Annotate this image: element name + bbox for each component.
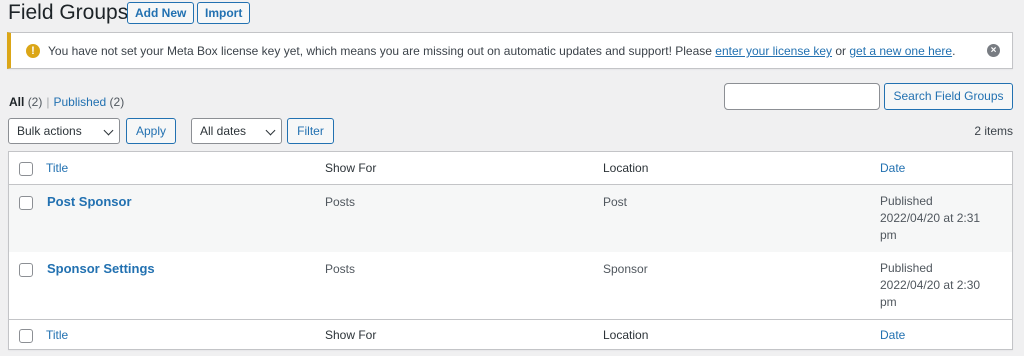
table-footer: Title Show For Location Date [9,319,1012,350]
search-input[interactable] [724,83,880,110]
add-new-button[interactable]: Add New [127,2,195,24]
license-notice: ! You have not set your Meta Box license… [7,32,1013,69]
row-checkbox[interactable] [19,263,33,277]
page-title: Field Groups [8,1,129,24]
column-location-footer: Location [603,328,649,342]
row-location: Post [603,195,628,209]
row-title-link[interactable]: Sponsor Settings [47,261,155,276]
row-title-link[interactable]: Post Sponsor [47,194,132,209]
row-date: Published 2022/04/20 at 2:30 pm [880,260,990,311]
date-filter-select[interactable]: All dates [191,118,282,144]
notice-text-middle: or [832,44,850,58]
notice-text-before: You have not set your Meta Box license k… [48,44,716,58]
view-published[interactable]: Published (2) [53,95,124,109]
filter-button[interactable]: Filter [287,118,334,144]
date-filter-value: All dates [200,124,247,138]
table-header: Title Show For Location Date [9,152,1012,185]
table-row: Sponsor Settings Posts Sponsor Published… [9,252,1012,319]
bulk-actions-value: Bulk actions [17,124,82,138]
select-all-checkbox[interactable] [19,162,33,176]
row-date-value: 2022/04/20 at 2:31 pm [880,211,981,242]
view-separator: | [46,95,50,109]
column-show-for-header: Show For [325,161,377,175]
row-show-for: Posts [325,195,356,209]
row-date-value: 2022/04/20 at 2:30 pm [880,278,981,309]
notice-text-after: . [952,44,956,58]
chevron-down-icon [103,125,114,136]
items-count: 2 items [974,124,1013,138]
row-show-for: Posts [325,262,356,276]
apply-button[interactable]: Apply [126,118,176,144]
bulk-actions-select[interactable]: Bulk actions [8,118,120,144]
row-date-status: Published [880,261,933,275]
search-field-groups-button[interactable]: Search Field Groups [884,83,1013,110]
enter-license-key-link[interactable]: enter your license key [715,44,832,58]
column-date-footer[interactable]: Date [880,328,905,342]
warning-icon: ! [26,44,40,58]
row-checkbox[interactable] [19,196,33,210]
chevron-down-icon [265,125,276,136]
column-title-header[interactable]: Title [46,161,68,175]
view-all-count: (2) [27,95,43,109]
row-date-status: Published [880,194,933,208]
field-groups-table: Title Show For Location Date Post Sponso… [8,151,1013,350]
column-date-header[interactable]: Date [880,161,905,175]
view-all[interactable]: All (2) [9,95,42,109]
get-new-key-link[interactable]: get a new one here [849,44,952,58]
row-date: Published 2022/04/20 at 2:31 pm [880,193,990,244]
column-title-footer[interactable]: Title [46,328,68,342]
table-row: Post Sponsor Posts Post Published 2022/0… [9,185,1012,252]
status-views: All (2) | Published (2) [9,95,124,109]
row-location: Sponsor [603,262,648,276]
notice-message: You have not set your Meta Box license k… [48,44,955,58]
select-all-checkbox-footer[interactable] [19,329,33,343]
view-published-count: (2) [109,95,125,109]
column-location-header: Location [603,161,649,175]
dismiss-icon[interactable]: × [987,44,1000,57]
import-button[interactable]: Import [197,2,251,24]
column-show-for-footer: Show For [325,328,377,342]
